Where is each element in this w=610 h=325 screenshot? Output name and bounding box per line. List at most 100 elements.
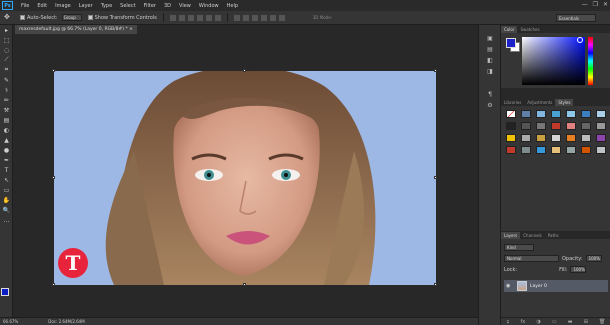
menu-filter[interactable]: Filter bbox=[144, 3, 156, 9]
style-swatch[interactable] bbox=[566, 146, 576, 154]
history-icon[interactable]: ▣ bbox=[479, 33, 501, 44]
healing-tool-icon[interactable]: ⚕ bbox=[0, 85, 13, 95]
transform-handle[interactable] bbox=[52, 283, 55, 286]
document-image[interactable]: T bbox=[54, 71, 436, 285]
layer-filter-dropdown[interactable]: Kind bbox=[504, 244, 534, 251]
menu-type[interactable]: Type bbox=[101, 3, 112, 9]
close-button[interactable]: ✕ bbox=[603, 1, 608, 8]
adjustment-layer-icon[interactable]: ▭ bbox=[552, 319, 557, 325]
tab-color[interactable]: Color bbox=[501, 26, 518, 33]
transform-handle[interactable] bbox=[52, 176, 55, 179]
color-picker-field[interactable] bbox=[522, 37, 585, 85]
pen-tool-icon[interactable]: ✒ bbox=[0, 155, 13, 165]
distribute-middle-icon[interactable] bbox=[242, 14, 249, 21]
close-tab-icon[interactable]: × bbox=[129, 27, 133, 32]
hand-tool-icon[interactable]: ✋ bbox=[0, 195, 13, 205]
type-tool-icon[interactable]: T bbox=[0, 165, 13, 175]
hue-slider[interactable] bbox=[588, 37, 593, 85]
move-tool-icon[interactable]: ▸ bbox=[0, 25, 13, 35]
style-swatch[interactable] bbox=[551, 122, 561, 130]
distribute-right-icon[interactable] bbox=[278, 14, 285, 21]
document-tab[interactable]: maxresdefault.jpg @ 66.7% (Layer 0, RGB/… bbox=[15, 25, 137, 34]
delete-layer-icon[interactable]: 🗑 bbox=[599, 319, 605, 325]
transform-handle[interactable] bbox=[243, 283, 246, 286]
blur-tool-icon[interactable]: ● bbox=[0, 145, 13, 155]
show-transform-checkbox[interactable] bbox=[87, 15, 93, 20]
paragraph-icon[interactable]: ¶ bbox=[479, 89, 501, 100]
properties-icon[interactable]: ▤ bbox=[479, 44, 501, 55]
distribute-center-icon[interactable] bbox=[269, 14, 276, 21]
align-middle-icon[interactable] bbox=[178, 14, 185, 21]
menu-help[interactable]: Help bbox=[227, 3, 238, 9]
menu-edit[interactable]: Edit bbox=[37, 3, 47, 9]
layer-mask-icon[interactable]: ◑ bbox=[536, 319, 540, 325]
lasso-tool-icon[interactable]: ◌ bbox=[0, 45, 13, 55]
foreground-color-swatch[interactable] bbox=[1, 288, 9, 296]
tab-swatches[interactable]: Swatches bbox=[517, 26, 542, 33]
shape-tool-icon[interactable]: ▭ bbox=[0, 185, 13, 195]
layer-style-icon[interactable]: fx bbox=[520, 319, 525, 325]
settings-icon[interactable]: ⚙ bbox=[479, 100, 501, 111]
tab-paths[interactable]: Paths bbox=[545, 232, 562, 239]
panel-foreground-swatch[interactable] bbox=[506, 38, 516, 48]
link-layers-icon[interactable]: ɕ bbox=[507, 319, 510, 325]
style-swatch[interactable] bbox=[581, 122, 591, 130]
style-swatch[interactable] bbox=[596, 146, 606, 154]
fill-field[interactable]: 100% bbox=[570, 266, 587, 273]
style-swatch[interactable] bbox=[581, 110, 591, 118]
tab-styles[interactable]: Styles bbox=[555, 99, 574, 106]
auto-select-dropdown[interactable]: Group bbox=[61, 14, 82, 21]
crop-tool-icon[interactable]: ⌗ bbox=[0, 65, 13, 75]
tab-layers[interactable]: Layers bbox=[501, 232, 521, 239]
new-layer-icon[interactable]: ⊞ bbox=[584, 319, 588, 325]
style-swatch[interactable] bbox=[521, 122, 531, 130]
transform-handle[interactable] bbox=[434, 69, 437, 72]
style-swatch[interactable] bbox=[551, 134, 561, 142]
marquee-tool-icon[interactable]: ⬚ bbox=[0, 35, 13, 45]
brush-tool-icon[interactable]: ✏ bbox=[0, 95, 13, 105]
transform-handle[interactable] bbox=[243, 69, 246, 72]
align-center-icon[interactable] bbox=[205, 14, 212, 21]
zoom-tool-icon[interactable]: 🔍 bbox=[0, 205, 13, 215]
move-tool-icon[interactable]: ✥ bbox=[4, 13, 14, 22]
style-swatch[interactable] bbox=[596, 122, 606, 130]
style-swatch[interactable] bbox=[581, 146, 591, 154]
maximize-button[interactable]: ❐ bbox=[593, 1, 598, 8]
path-select-tool-icon[interactable]: ↖ bbox=[0, 175, 13, 185]
layer-name[interactable]: Layer 0 bbox=[530, 284, 547, 289]
style-swatch[interactable] bbox=[521, 146, 531, 154]
style-swatch[interactable] bbox=[551, 110, 561, 118]
eyedropper-tool-icon[interactable]: ✎ bbox=[0, 75, 13, 85]
zoom-level[interactable]: 66.67% bbox=[3, 319, 18, 324]
layer-row[interactable]: ◉ Layer 0 bbox=[504, 280, 608, 292]
minimize-button[interactable]: — bbox=[582, 1, 588, 8]
opacity-field[interactable]: 100% bbox=[585, 255, 602, 262]
style-swatch[interactable] bbox=[506, 110, 516, 118]
style-swatch[interactable] bbox=[566, 110, 576, 118]
style-swatch[interactable] bbox=[536, 122, 546, 130]
transform-handle[interactable] bbox=[434, 176, 437, 179]
style-swatch[interactable] bbox=[521, 110, 531, 118]
menu-view[interactable]: View bbox=[179, 3, 191, 9]
tab-adjustments[interactable]: Adjustments bbox=[524, 99, 555, 106]
clone-source-icon[interactable]: ◨ bbox=[479, 66, 501, 77]
style-swatch[interactable] bbox=[536, 134, 546, 142]
eraser-tool-icon[interactable]: ◐ bbox=[0, 125, 13, 135]
visibility-eye-icon[interactable]: ◉ bbox=[506, 283, 514, 289]
new-group-icon[interactable]: ▬ bbox=[568, 319, 573, 325]
quick-select-tool-icon[interactable]: ⟋ bbox=[0, 55, 13, 65]
menu-layer[interactable]: Layer bbox=[79, 3, 93, 9]
menu-3d[interactable]: 3D bbox=[164, 3, 171, 9]
align-bottom-icon[interactable] bbox=[187, 14, 194, 21]
blend-mode-dropdown[interactable]: Normal bbox=[504, 255, 559, 262]
workspace-dropdown[interactable]: Essentials bbox=[556, 14, 596, 22]
auto-select-checkbox[interactable] bbox=[20, 15, 25, 20]
style-swatch[interactable] bbox=[551, 146, 561, 154]
gradient-tool-icon[interactable]: ▲ bbox=[0, 135, 13, 145]
tab-channels[interactable]: Channels bbox=[520, 232, 545, 239]
style-swatch[interactable] bbox=[506, 134, 516, 142]
style-swatch[interactable] bbox=[596, 134, 606, 142]
style-swatch[interactable] bbox=[581, 134, 591, 142]
align-left-icon[interactable] bbox=[196, 14, 203, 21]
menu-select[interactable]: Select bbox=[120, 3, 135, 9]
